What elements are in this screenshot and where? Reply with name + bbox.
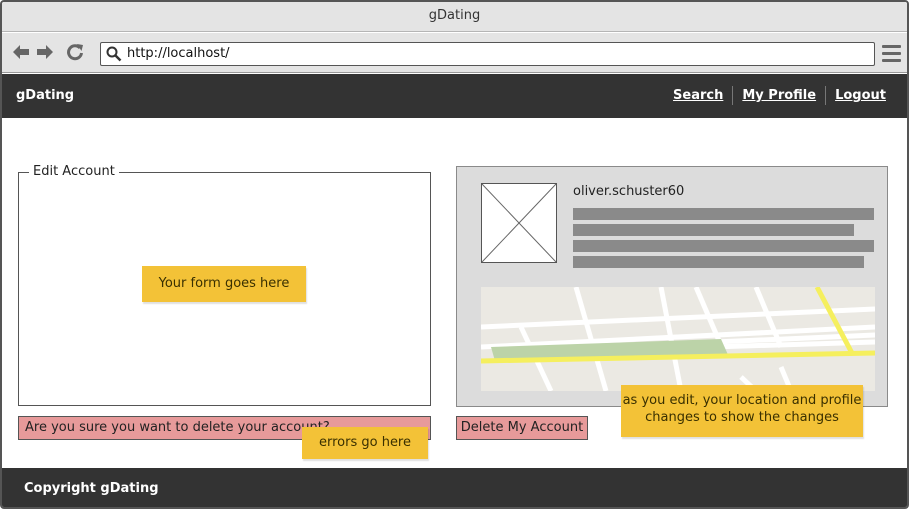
app-header: gDating Search My Profile Logout [2, 74, 907, 118]
arrow-right-icon [37, 45, 53, 59]
back-button[interactable] [11, 42, 31, 62]
profile-card: oliver.schuster60 [456, 166, 888, 407]
forward-button[interactable] [35, 42, 55, 62]
browser-toolbar: http://localhost/ [2, 33, 907, 73]
map-explanation-note: as you edit, your location and profile c… [621, 385, 863, 437]
image-placeholder-icon [481, 183, 557, 263]
nav-my-profile-link[interactable]: My Profile [732, 86, 825, 105]
browser-window: gDating http://localhost/ gDating Search… [0, 0, 909, 509]
nav-search-link[interactable]: Search [664, 86, 732, 105]
search-icon [106, 46, 122, 62]
copyright-text: Copyright gDating [24, 481, 159, 496]
form-placeholder-note: Your form goes here [142, 266, 306, 302]
window-title: gDating [2, 2, 907, 32]
map-note-line2: changes to show the changes [645, 410, 839, 425]
arrow-left-icon [13, 45, 29, 59]
delete-account-button[interactable]: Delete My Account [456, 416, 588, 440]
top-navigation: Search My Profile Logout [664, 86, 895, 105]
brand-logo[interactable]: gDating [16, 74, 74, 118]
profile-username: oliver.schuster60 [573, 184, 685, 199]
profile-text-placeholder [573, 240, 874, 252]
reload-button[interactable] [65, 42, 85, 62]
profile-text-placeholder [573, 208, 874, 220]
address-bar[interactable]: http://localhost/ [100, 42, 875, 66]
profile-text-placeholder [573, 256, 864, 268]
profile-text-placeholder [573, 224, 854, 236]
url-text: http://localhost/ [127, 46, 230, 61]
hamburger-menu-icon[interactable] [882, 45, 901, 63]
edit-account-legend: Edit Account [29, 164, 119, 179]
location-map[interactable] [481, 287, 875, 391]
map-note-line1: as you edit, your location and profile [622, 393, 862, 408]
errors-note: errors go here [302, 427, 428, 459]
reload-icon [67, 44, 83, 61]
nav-logout-link[interactable]: Logout [825, 86, 895, 105]
footer: Copyright gDating [2, 468, 907, 507]
